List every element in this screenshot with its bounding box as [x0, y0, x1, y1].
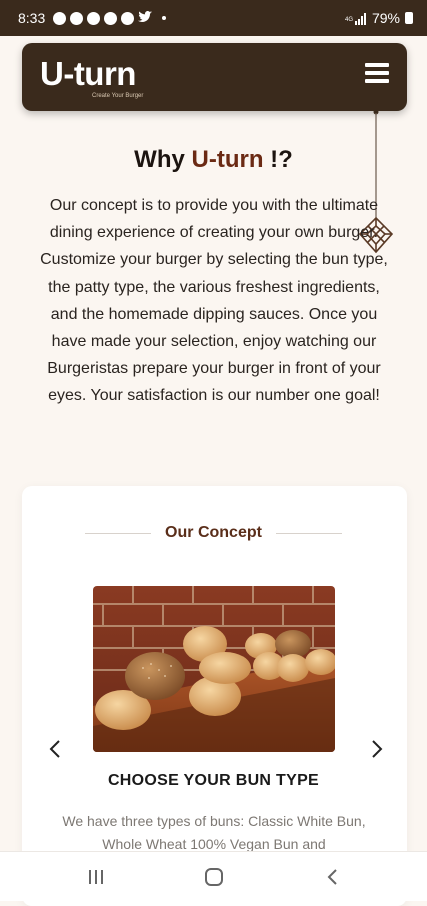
concept-heading-label: Our Concept [165, 524, 262, 541]
hamburger-menu-icon[interactable] [365, 63, 389, 89]
concept-heading: Our Concept [0, 523, 427, 543]
status-bar: 8:33 4G 79% [0, 0, 427, 36]
intro-title: Why U-turn !? [0, 146, 427, 174]
bun-slide-image [93, 586, 335, 752]
battery-icon [405, 12, 413, 24]
svg-text:4G: 4G [345, 17, 353, 23]
android-nav-bar [0, 851, 427, 901]
divider-line [85, 532, 152, 534]
whatsapp-icon [53, 11, 67, 25]
intro-title-suffix: !? [263, 146, 293, 173]
status-time: 8:33 [18, 10, 46, 26]
signal-icon: 4G [345, 12, 367, 25]
intro-paragraph: Our concept is to provide you with the u… [40, 197, 388, 405]
chevron-right-icon[interactable] [366, 738, 386, 760]
status-left: 8:33 [18, 10, 167, 26]
logo-text: U-turn [40, 55, 136, 92]
back-icon[interactable] [324, 868, 344, 886]
status-right: 4G 79% [345, 10, 413, 26]
intro-title-brand: U-turn [191, 146, 264, 173]
logo-tagline: Create Your Burger [92, 93, 144, 99]
slide-description: We have three types of buns: Classic Whi… [62, 813, 366, 852]
notification-dot-icon [162, 16, 167, 20]
facebook-icon [70, 11, 84, 25]
divider-line [275, 532, 342, 534]
recent-apps-icon[interactable] [86, 868, 106, 886]
facebook-icon [87, 11, 101, 25]
site-header: U-turn Create Your Burger [22, 43, 407, 111]
messenger-icon [104, 11, 118, 25]
intro-title-prefix: Why [134, 146, 192, 173]
battery-percent: 79% [371, 10, 400, 26]
twitter-icon [138, 10, 153, 26]
home-icon[interactable] [204, 868, 224, 886]
chevron-left-icon[interactable] [46, 738, 66, 760]
messenger-icon [121, 11, 135, 25]
slide-title: CHOOSE YOUR BUN TYPE [107, 772, 320, 789]
